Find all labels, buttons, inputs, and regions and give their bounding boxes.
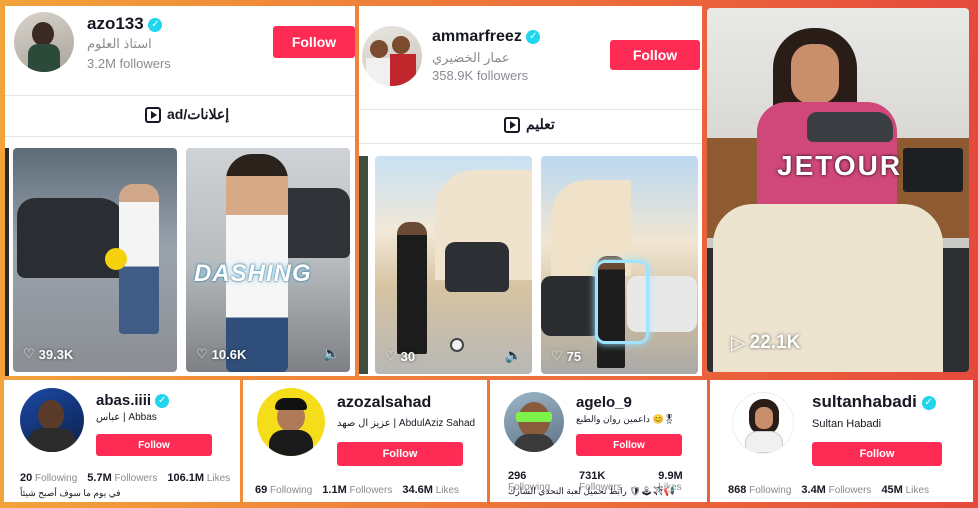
- display-name: عباس | Abbas: [96, 412, 157, 423]
- video-tile[interactable]: DASHING ♡ 10.6K 🔈: [186, 148, 350, 372]
- avatar[interactable]: [362, 26, 422, 86]
- avatar[interactable]: [20, 388, 84, 452]
- display-name: عمار الخضيري: [432, 50, 510, 65]
- verified-badge-icon: ✓: [921, 395, 936, 410]
- follow-button[interactable]: Follow: [96, 434, 212, 456]
- follower-count: 3.2M followers: [87, 56, 171, 71]
- follow-button[interactable]: Follow: [576, 434, 682, 456]
- car-shape: [445, 242, 509, 292]
- follow-button[interactable]: Follow: [610, 40, 700, 70]
- username[interactable]: abas.iiii ✓: [96, 392, 170, 409]
- like-count: ♡ 30: [385, 349, 416, 364]
- verified-badge-icon: ✓: [155, 394, 170, 409]
- divider: [359, 109, 702, 110]
- divider: [359, 143, 702, 144]
- profile-card-agelo: agelo_9 داعمين روان والطبع 😊🎖 Follow 296…: [490, 380, 707, 502]
- video-tile[interactable]: ♡ 39.3K: [13, 148, 177, 372]
- bio: رابط تحميل لعبة التحدي الشارك 🛡🕹✈📢: [508, 486, 675, 496]
- heart-icon: ♡: [385, 349, 397, 364]
- profile-card-azo133: azo133 ✓ استاذ العلوم 3.2M followers Fol…: [5, 6, 355, 376]
- play-icon: ▷: [731, 332, 746, 354]
- playlist-icon: [504, 116, 520, 133]
- person-face: [791, 44, 839, 104]
- mute-icon[interactable]: 🔈: [323, 346, 340, 362]
- profile-stats: 868 Following 3.4M Followers 45M Likes: [728, 484, 929, 496]
- video-tile[interactable]: ♡ 75: [541, 156, 698, 374]
- video-tile[interactable]: ♡ 30 🔈: [375, 156, 532, 374]
- bio: في يوم ما سوف أصبح شيئاً: [20, 488, 121, 498]
- ball-shape: [105, 248, 127, 270]
- verified-badge-icon: ✓: [526, 29, 541, 44]
- profile-card-azozalsahad: azozalsahad عزيز ال صهد | AbdulAziz Saha…: [243, 380, 487, 502]
- divider: [5, 95, 355, 96]
- profile-card-abas: abas.iiii ✓ عباس | Abbas Follow 20 Follo…: [4, 380, 240, 502]
- tab-ads[interactable]: ad/إعلانات: [145, 106, 229, 123]
- display-name: Sultan Habadi: [812, 418, 882, 430]
- follower-count: 358.9K followers: [432, 68, 529, 83]
- video-overlay-text: DASHING: [194, 260, 312, 287]
- monitor-shape: [903, 148, 963, 192]
- profile-card-ammarfreez: ammarfreez ✓ عمار الخضيري 358.9K followe…: [359, 6, 702, 376]
- tab-education[interactable]: تعليم: [504, 116, 555, 133]
- video-strip-edge: [5, 148, 9, 376]
- ball-shape: [450, 338, 464, 352]
- video-overlay-text: JETOUR: [777, 150, 903, 181]
- featured-video[interactable]: JETOUR ▷ 22.1K: [707, 8, 969, 372]
- username[interactable]: sultanhabadi ✓: [812, 392, 936, 412]
- display-name: استاذ العلوم: [87, 36, 152, 51]
- username[interactable]: ammarfreez ✓: [432, 28, 541, 46]
- profile-card-sultanhabadi: sultanhabadi ✓ Sultan Habadi Follow 868 …: [710, 380, 973, 502]
- profile-stats: 20 Following 5.7M Followers 106.1M Likes: [20, 472, 231, 484]
- avatar[interactable]: [257, 388, 325, 456]
- profile-stats: 69 Following 1.1M Followers 34.6M Likes: [255, 484, 460, 496]
- person-shape: [397, 222, 427, 354]
- like-count: ♡ 10.6K: [196, 347, 247, 362]
- heart-icon: ♡: [196, 347, 208, 362]
- video-strip-edge: [359, 156, 368, 374]
- view-count: ▷ 22.1K: [731, 332, 801, 354]
- follow-button[interactable]: Follow: [273, 26, 355, 58]
- username[interactable]: agelo_9: [576, 394, 632, 411]
- username[interactable]: azozalsahad: [337, 394, 431, 412]
- avatar[interactable]: [732, 392, 794, 454]
- heart-icon: ♡: [23, 347, 35, 362]
- heart-icon: ♡: [551, 349, 563, 364]
- follow-button[interactable]: Follow: [812, 442, 942, 466]
- verified-badge-icon: ✓: [148, 17, 163, 32]
- display-name: عزيز ال صهد | AbdulAziz Sahad: [337, 418, 476, 429]
- car-shape: [541, 276, 601, 336]
- follow-button[interactable]: Follow: [337, 442, 463, 466]
- like-count: ♡ 75: [551, 349, 582, 364]
- logo-outline: [595, 260, 649, 344]
- display-name: داعمين روان والطبع 😊🎖: [576, 414, 676, 424]
- mute-icon[interactable]: 🔈: [505, 348, 522, 364]
- avatar[interactable]: [504, 392, 564, 452]
- avatar[interactable]: [14, 12, 74, 72]
- username[interactable]: azo133 ✓: [87, 14, 163, 34]
- like-count: ♡ 39.3K: [23, 347, 74, 362]
- car-image: [807, 112, 893, 142]
- divider: [5, 136, 355, 137]
- playlist-icon: [145, 106, 161, 123]
